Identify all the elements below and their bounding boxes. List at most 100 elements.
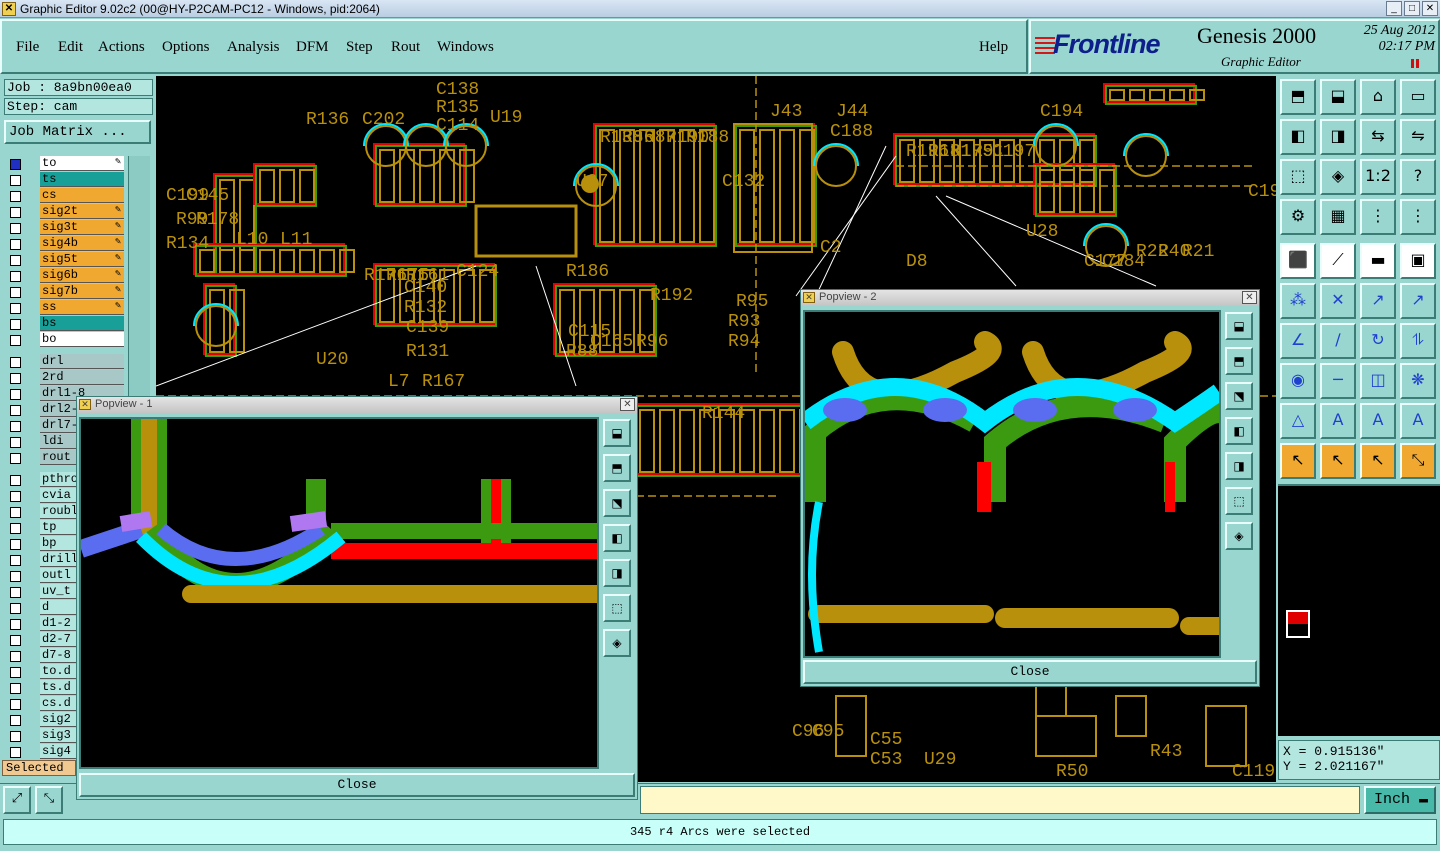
arrow-icon[interactable]: ↗	[1400, 283, 1436, 319]
rotate-icon[interactable]: ↻	[1360, 323, 1396, 359]
pointer-box-icon[interactable]: ↖	[1320, 443, 1356, 479]
layer-checkbox[interactable]	[10, 437, 21, 448]
layer-name[interactable]: sig4b ✎	[40, 236, 124, 251]
zoom-area-icon[interactable]: ⤡	[35, 786, 63, 814]
window-icon[interactable]: ▭	[1400, 79, 1436, 115]
job-matrix-button[interactable]: Job Matrix ...	[4, 120, 151, 144]
menu-edit[interactable]: Edit	[58, 39, 83, 56]
pv-fit-icon[interactable]: ⬚	[1225, 487, 1253, 515]
select-icon[interactable]: ◉	[1280, 363, 1316, 399]
layer-checkbox[interactable]	[10, 731, 21, 742]
menu-rout[interactable]: Rout	[391, 39, 420, 56]
menu-options[interactable]: Options	[162, 39, 210, 56]
layer-checkbox[interactable]	[10, 191, 21, 202]
grid-icon[interactable]: ▦	[1320, 199, 1356, 235]
layer-checkbox[interactable]	[10, 587, 21, 598]
flip-icon[interactable]: ⇋	[1400, 119, 1436, 155]
layer-row[interactable]: bo	[6, 332, 124, 347]
pv-right-icon[interactable]: ◨	[1225, 452, 1253, 480]
popview-2-view[interactable]	[803, 310, 1221, 658]
layer-checkbox[interactable]	[10, 453, 21, 464]
popview-2-close-icon[interactable]: ✕	[1242, 291, 1257, 304]
triangle-a-icon[interactable]: A	[1320, 403, 1356, 439]
layer-checkbox[interactable]	[10, 683, 21, 694]
layer-checkbox[interactable]	[10, 335, 21, 346]
layer-row[interactable]: sig7b ✎	[6, 284, 124, 299]
pv-up-icon[interactable]: ⬒	[1225, 347, 1253, 375]
layer-name[interactable]: bo	[40, 332, 124, 347]
layer-name[interactable]: sig5t ✎	[40, 252, 124, 267]
swap-icon[interactable]: ⇆	[1360, 119, 1396, 155]
net-icon[interactable]: ⤡	[1400, 443, 1436, 479]
layer-name[interactable]: to ✎	[40, 156, 124, 171]
menu-analysis[interactable]: Analysis	[227, 39, 280, 56]
layer-checkbox[interactable]	[10, 539, 21, 550]
menu-file[interactable]: File	[16, 39, 39, 56]
menu-actions[interactable]: Actions	[98, 39, 145, 56]
layer-row[interactable]: 2rd	[6, 370, 124, 385]
triangle-c-icon[interactable]: A	[1400, 403, 1436, 439]
layer-name[interactable]: sig7b ✎	[40, 284, 124, 299]
layer-checkbox[interactable]	[10, 475, 21, 486]
cross-icon[interactable]: ✕	[1320, 283, 1356, 319]
help-icon[interactable]: ?	[1400, 159, 1436, 195]
layer-checkbox[interactable]	[10, 303, 21, 314]
ruler-icon[interactable]: ▬	[1360, 243, 1396, 279]
layer-row[interactable]: cs	[6, 188, 124, 203]
snap-icon[interactable]: ⚙	[1280, 199, 1316, 235]
popview-1-close-button[interactable]: Close	[79, 773, 635, 797]
pv-zoom-icon[interactable]: ⬓	[1225, 312, 1253, 340]
popview-2-close-button[interactable]: Close	[803, 660, 1257, 684]
layer-checkbox[interactable]	[10, 389, 21, 400]
line-icon[interactable]: ⟋	[1320, 243, 1356, 279]
menu-windows[interactable]: Windows	[437, 39, 494, 56]
triangle-icon[interactable]: △	[1280, 403, 1316, 439]
pv-down-icon[interactable]: ⬔	[603, 489, 631, 517]
layer-name[interactable]: sig3t ✎	[40, 220, 124, 235]
angle-icon[interactable]: ∠	[1280, 323, 1316, 359]
pv-left-icon[interactable]: ◧	[603, 524, 631, 552]
layer-checkbox[interactable]	[10, 523, 21, 534]
menu-dfm[interactable]: DFM	[296, 39, 329, 56]
line-select-icon[interactable]: ─	[1320, 363, 1356, 399]
cluster-icon[interactable]: ❋	[1400, 363, 1436, 399]
layers-red-icon[interactable]: ⋮	[1400, 199, 1436, 235]
layer-checkbox[interactable]	[10, 319, 21, 330]
layer-name[interactable]: cs	[40, 188, 124, 203]
maximize-button[interactable]: □	[1404, 1, 1420, 16]
layer-checkbox[interactable]	[10, 699, 21, 710]
layer-row[interactable]: drl	[6, 354, 124, 369]
minimap[interactable]	[1278, 484, 1440, 736]
layer-checkbox[interactable]	[10, 207, 21, 218]
layer-checkbox[interactable]	[10, 747, 21, 758]
layer-row[interactable]: sig2t ✎	[6, 204, 124, 219]
layer-checkbox[interactable]	[10, 255, 21, 266]
layer-row[interactable]: ss ✎	[6, 300, 124, 315]
pointer-frame-icon[interactable]: ↖	[1360, 443, 1396, 479]
layer-checkbox[interactable]	[10, 651, 21, 662]
layer-checkbox[interactable]	[10, 571, 21, 582]
pointer-icon[interactable]: ↖	[1280, 443, 1316, 479]
layer-row[interactable]: sig6b ✎	[6, 268, 124, 283]
layer-checkbox[interactable]	[10, 555, 21, 566]
zoom-fit-icon[interactable]: ⤢	[3, 786, 31, 814]
layer-name[interactable]: drl	[40, 354, 124, 369]
minimap-viewport[interactable]	[1286, 610, 1310, 638]
home-icon[interactable]: ⌂	[1360, 79, 1396, 115]
move-icon[interactable]: ↗	[1360, 283, 1396, 319]
layer-checkbox[interactable]	[10, 619, 21, 630]
layer-name[interactable]: sig6b ✎	[40, 268, 124, 283]
layer-checkbox[interactable]	[10, 667, 21, 678]
popview-1-close-icon[interactable]: ✕	[620, 398, 635, 411]
layer-row[interactable]: ts	[6, 172, 124, 187]
pv-up-icon[interactable]: ⬒	[603, 454, 631, 482]
layer-checkbox[interactable]	[10, 287, 21, 298]
layer-row[interactable]: bs	[6, 316, 124, 331]
menu-help[interactable]: Help	[979, 39, 1008, 56]
layer-checkbox[interactable]	[10, 373, 21, 384]
pv-fit-icon[interactable]: ⬚	[603, 594, 631, 622]
layer-checkbox[interactable]	[10, 239, 21, 250]
mirror-icon[interactable]: ⥮	[1400, 323, 1436, 359]
layer-checkbox[interactable]	[10, 159, 21, 170]
triangle-b-icon[interactable]: A	[1360, 403, 1396, 439]
